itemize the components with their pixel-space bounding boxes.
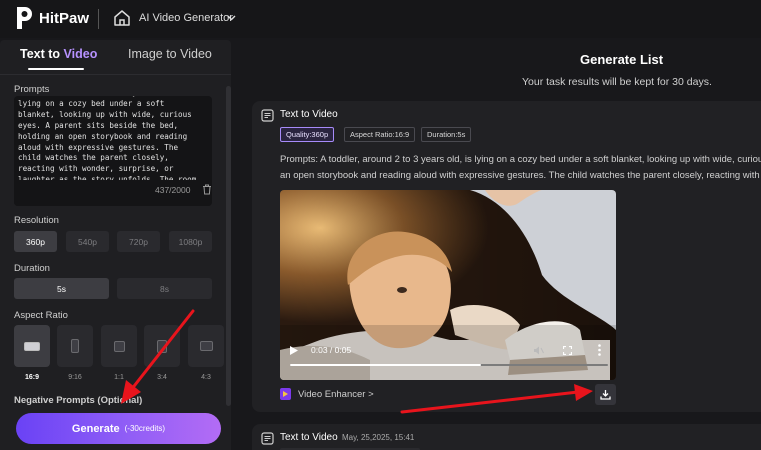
resolution-option-1080p[interactable]: 1080p (169, 231, 212, 252)
duration-option-5s[interactable]: 5s (14, 278, 109, 299)
hitpaw-logo-icon[interactable] (14, 6, 34, 30)
panel-scrollbar[interactable] (226, 86, 231, 406)
prompt-char-count: 437/2000 (155, 185, 191, 195)
video-time: 0:03 / 0:05 (311, 345, 352, 355)
aspect-label-4-3: 4:3 (201, 374, 211, 381)
task-prompt: Prompts: A toddler, around 2 to 3 years … (280, 152, 761, 184)
negative-prompts-label: Negative Prompts (Optional) (14, 395, 143, 406)
aspect-label-16-9: 16:9 (24, 374, 39, 381)
brand-name[interactable]: HitPaw (39, 10, 89, 27)
video-progress-bar[interactable] (290, 364, 608, 366)
video-player[interactable]: 0:03 / 0:05 (280, 190, 616, 380)
aspect-label-3-4: 3:4 (157, 374, 167, 381)
resolution-label: Resolution (14, 215, 59, 226)
generate-list-subtitle: Your task results will be kept for 30 da… (522, 76, 712, 88)
settings-panel: Text to Video Image to Video Prompts A t… (0, 40, 231, 450)
generate-credits: (-30credits) (124, 424, 166, 433)
duration-tag: Duration:5s (421, 127, 472, 142)
aspect-1-1-icon (113, 340, 125, 352)
task-prompt-line-1: Prompts: A toddler, around 2 to 3 years … (280, 154, 761, 165)
aspect-4-3-icon (199, 341, 213, 351)
tab-image-to-video[interactable]: Image to Video (128, 47, 212, 61)
active-tab-indicator (28, 68, 84, 70)
task-title: Text to Video (280, 109, 338, 120)
video-enhancer-icon (280, 388, 291, 400)
chevron-down-icon[interactable] (227, 13, 236, 22)
header-divider (98, 9, 99, 29)
task-card-2: Text to Video May, 25,2025, 15:41 (252, 424, 761, 450)
resolution-option-720p[interactable]: 720p (117, 231, 160, 252)
task-prompt-line-2: an open storybook and reading aloud with… (280, 170, 761, 181)
duration-option-8s[interactable]: 8s (117, 278, 212, 299)
prompts-label: Prompts (14, 84, 50, 95)
text-document-icon (261, 109, 274, 122)
trash-icon[interactable] (202, 184, 212, 195)
task-2-date: May, 25,2025, 15:41 (342, 433, 415, 442)
generate-list-title: Generate List (580, 52, 664, 67)
tab-text-to-video-label: Text to (20, 47, 64, 61)
aspect-label-1-1: 1:1 (114, 374, 124, 381)
resolution-option-540p[interactable]: 540p (66, 231, 109, 252)
aspect-option-4-3[interactable] (188, 325, 224, 367)
video-progress-fill (290, 364, 481, 366)
volume-icon[interactable] (533, 345, 544, 356)
aspect-3-4-icon (157, 339, 167, 353)
aspect-option-1-1[interactable] (101, 325, 137, 367)
aspect-ratio-tag: Aspect Ratio:16:9 (344, 127, 416, 142)
aspect-ratio-label: Aspect Ratio (14, 310, 68, 321)
tab-text-to-video[interactable]: Text to Video (20, 47, 97, 61)
task-card: Text to Video Quality:360p Aspect Ratio:… (252, 101, 761, 412)
aspect-16-9-icon (24, 341, 40, 351)
download-icon (600, 390, 611, 400)
nav-title[interactable]: AI Video Generator (139, 12, 233, 24)
generate-button[interactable]: Generate (-30credits) (16, 413, 221, 444)
tab-divider (0, 74, 231, 75)
download-button[interactable] (595, 384, 616, 405)
more-options-icon[interactable] (598, 344, 601, 356)
aspect-label-9-16: 9:16 (68, 374, 82, 381)
aspect-9-16-icon (71, 339, 79, 353)
text-document-icon (261, 432, 274, 445)
duration-label: Duration (14, 263, 50, 274)
tab-text-to-video-accent: Video (63, 47, 98, 61)
aspect-option-3-4[interactable] (144, 325, 180, 367)
prompt-textarea[interactable]: A toddler, around 2 to 3 years old, is l… (14, 96, 212, 206)
aspect-option-9-16[interactable] (57, 325, 93, 367)
aspect-option-16-9[interactable] (14, 325, 50, 367)
task-2-title: Text to Video (280, 432, 338, 443)
app-header: HitPaw AI Video Generator (0, 0, 761, 38)
quality-tag: Quality:360p (280, 127, 335, 142)
home-icon[interactable] (113, 9, 131, 27)
play-icon[interactable] (290, 346, 298, 355)
generate-label: Generate (71, 422, 120, 435)
resolution-option-360p[interactable]: 360p (14, 231, 57, 252)
video-enhancer-link[interactable]: Video Enhancer > (298, 389, 374, 400)
fullscreen-icon[interactable] (563, 346, 572, 355)
